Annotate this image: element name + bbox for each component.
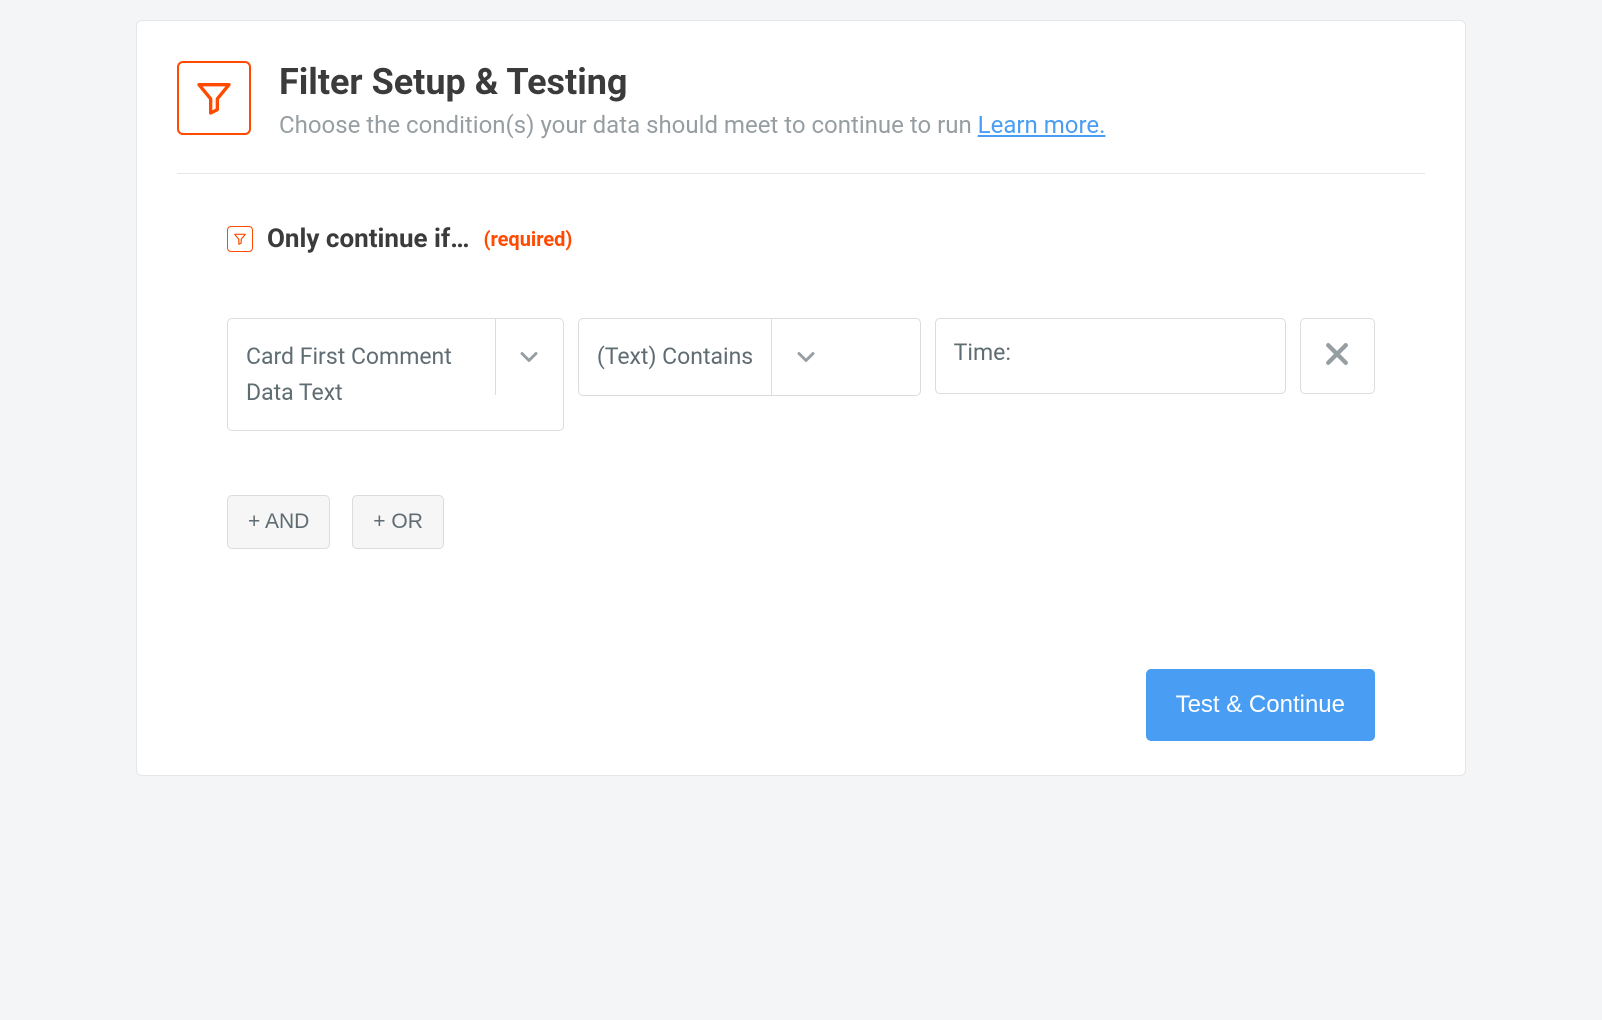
field-select-value: Card First Comment Data Text (228, 319, 495, 430)
chevron-down-icon (771, 319, 839, 395)
value-input[interactable]: Time: (935, 318, 1286, 394)
condition-row: Card First Comment Data Text (Text) Cont… (227, 318, 1375, 431)
learn-more-link[interactable]: Learn more. (978, 111, 1106, 139)
add-or-button[interactable]: + OR (352, 495, 444, 549)
condition-label: Only continue if… (267, 224, 470, 254)
required-label: (required) (484, 227, 573, 251)
filter-icon (177, 61, 251, 135)
header-text: Filter Setup & Testing Choose the condit… (279, 61, 1105, 139)
operator-select-value: (Text) Contains (579, 319, 771, 395)
operator-select[interactable]: (Text) Contains (578, 318, 921, 396)
logic-row: + AND + OR (227, 495, 1375, 549)
chevron-down-icon (495, 319, 563, 395)
filter-icon (227, 226, 253, 252)
field-select[interactable]: Card First Comment Data Text (227, 318, 564, 431)
footer-row: Test & Continue (227, 669, 1375, 741)
remove-condition-button[interactable] (1300, 318, 1375, 394)
page-subtitle: Choose the condition(s) your data should… (279, 111, 1105, 139)
page-title: Filter Setup & Testing (279, 61, 1105, 103)
test-continue-button[interactable]: Test & Continue (1146, 669, 1375, 741)
body-section: Only continue if… (required) Card First … (177, 174, 1425, 741)
add-and-button[interactable]: + AND (227, 495, 330, 549)
condition-label-row: Only continue if… (required) (227, 224, 1375, 254)
close-icon (1322, 339, 1352, 373)
filter-setup-card: Filter Setup & Testing Choose the condit… (136, 20, 1466, 776)
header-row: Filter Setup & Testing Choose the condit… (177, 61, 1425, 174)
